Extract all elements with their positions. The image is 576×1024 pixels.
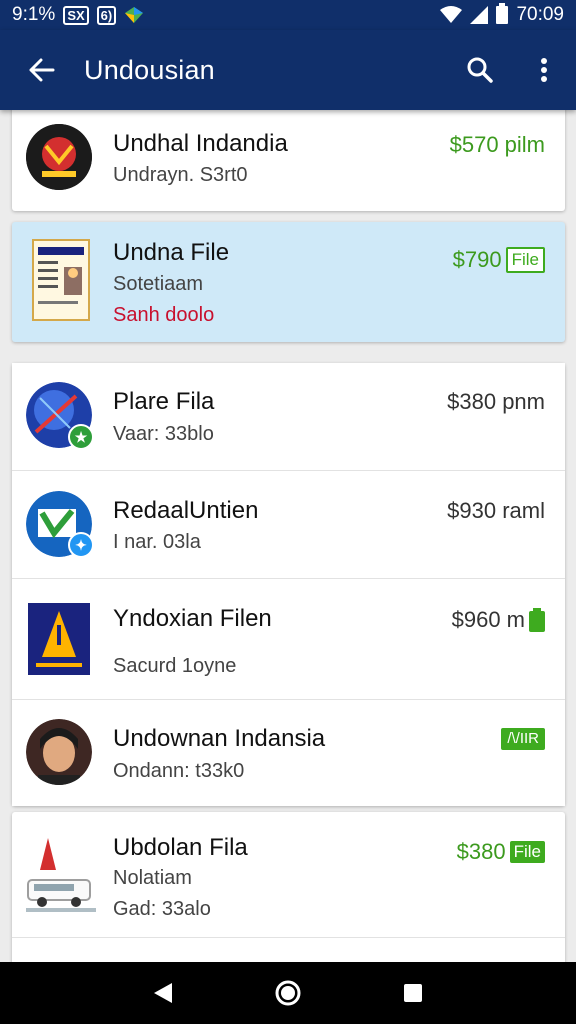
- item-tag: /\/IIR: [501, 728, 545, 750]
- list-item[interactable]: ✦ RedaalUntien I nar. 03la $930 raml: [12, 470, 565, 578]
- list-item-selected[interactable]: Undna File Sotetiaam Sanh doolo $790 Fil…: [12, 222, 565, 342]
- item-list: Undhal Indandia Undrayn. S3rt0 $570 pilm…: [0, 110, 576, 962]
- item-thumbnail: [28, 603, 90, 675]
- list-item[interactable]: ★ Plare Fila Vaar: 33blo $380 pnm: [12, 363, 565, 470]
- item-title: Plare Fila: [113, 388, 215, 415]
- page-title: Undousian: [84, 54, 215, 85]
- item-subtitle-2: Gad: 33alo: [113, 898, 211, 920]
- item-alert-text: Sanh doolo: [113, 304, 215, 326]
- item-title: Ubdolan Fila: [113, 834, 248, 861]
- status-left-text: 9:1%: [12, 4, 56, 25]
- item-thumbnail: [32, 239, 90, 321]
- divider: [12, 937, 565, 938]
- item-subtitle: Sacurd 1oyne: [113, 655, 237, 677]
- item-price: $930 raml: [447, 498, 545, 523]
- nav-home-button[interactable]: [258, 963, 318, 1023]
- item-subtitle: Sotetiaam: [113, 273, 204, 295]
- search-button[interactable]: [448, 30, 512, 110]
- list-item[interactable]: Undhal Indandia Undrayn. S3rt0 $570 pilm: [12, 110, 565, 211]
- system-nav-bar: [0, 962, 576, 1024]
- list-item[interactable]: Undownan Indansia Ondann: t33k0 /\/IIR: [12, 699, 565, 806]
- item-subtitle: Undrayn. S3rt0: [113, 164, 248, 186]
- item-price-value: $790: [452, 247, 502, 272]
- battery-badge-icon: [529, 608, 545, 632]
- item-price: $790 File: [453, 247, 545, 273]
- notification-box-icon: SX: [63, 5, 89, 25]
- item-price-value: $960 m: [451, 607, 525, 632]
- overflow-menu-button[interactable]: [512, 30, 576, 110]
- item-title: Yndoxian Filen: [113, 605, 272, 632]
- status-bar: 9:1% SX 6) 70:09: [0, 0, 576, 30]
- nav-recents-button[interactable]: [383, 963, 443, 1023]
- item-price: $960 m: [452, 607, 545, 633]
- star-badge-icon: ★: [68, 424, 94, 450]
- item-title: RedaalUntien: [113, 497, 259, 524]
- nav-back-button[interactable]: [133, 963, 193, 1023]
- signal-icon: [470, 6, 489, 24]
- app-bar: Undousian: [0, 30, 576, 110]
- item-title: Undhal Indandia: [113, 130, 288, 157]
- nav-recents-icon: [404, 984, 423, 1002]
- back-button[interactable]: [0, 30, 84, 110]
- wifi-icon: [440, 6, 463, 23]
- item-tag: File: [509, 841, 545, 863]
- app-notification-icon: [125, 7, 144, 23]
- item-thumbnail: [26, 834, 96, 914]
- nav-back-icon: [153, 983, 172, 1003]
- item-thumbnail: [26, 719, 92, 785]
- nav-home-icon: [275, 980, 301, 1006]
- notification-box-icon-2: 6): [96, 5, 117, 25]
- search-icon: [467, 57, 493, 83]
- item-price: $380 File: [457, 839, 545, 865]
- item-price: $380 pnm: [447, 389, 545, 414]
- list-item[interactable]: Yndoxian Filen Sacurd 1oyne $960 m: [12, 578, 565, 699]
- item-price: $570 pilm: [449, 132, 545, 157]
- bird-badge-icon: ✦: [68, 532, 94, 558]
- item-subtitle: Nolatiam: [113, 867, 192, 889]
- item-price-value: $380: [456, 839, 506, 864]
- item-subtitle: Vaar: 33blo: [113, 423, 214, 445]
- status-right: 70:09: [440, 3, 564, 26]
- item-thumbnail: [26, 124, 92, 190]
- item-title: Undownan Indansia: [113, 725, 326, 752]
- status-left: 9:1% SX 6): [12, 4, 144, 26]
- status-time: 70:09: [516, 4, 564, 25]
- more-vert-icon: [541, 58, 547, 82]
- item-title: Undna File: [113, 239, 230, 266]
- battery-icon: [496, 3, 509, 24]
- item-subtitle: I nar. 03la: [113, 531, 201, 553]
- item-tag: File: [505, 247, 545, 273]
- list-group: ★ Plare Fila Vaar: 33blo $380 pnm ✦ Reda…: [12, 363, 565, 806]
- list-item[interactable]: Ubdolan Fila Nolatiam Gad: 33alo $380 Fi…: [12, 812, 565, 962]
- item-subtitle: Ondann: t33k0: [113, 760, 245, 782]
- back-arrow-icon: [29, 58, 55, 82]
